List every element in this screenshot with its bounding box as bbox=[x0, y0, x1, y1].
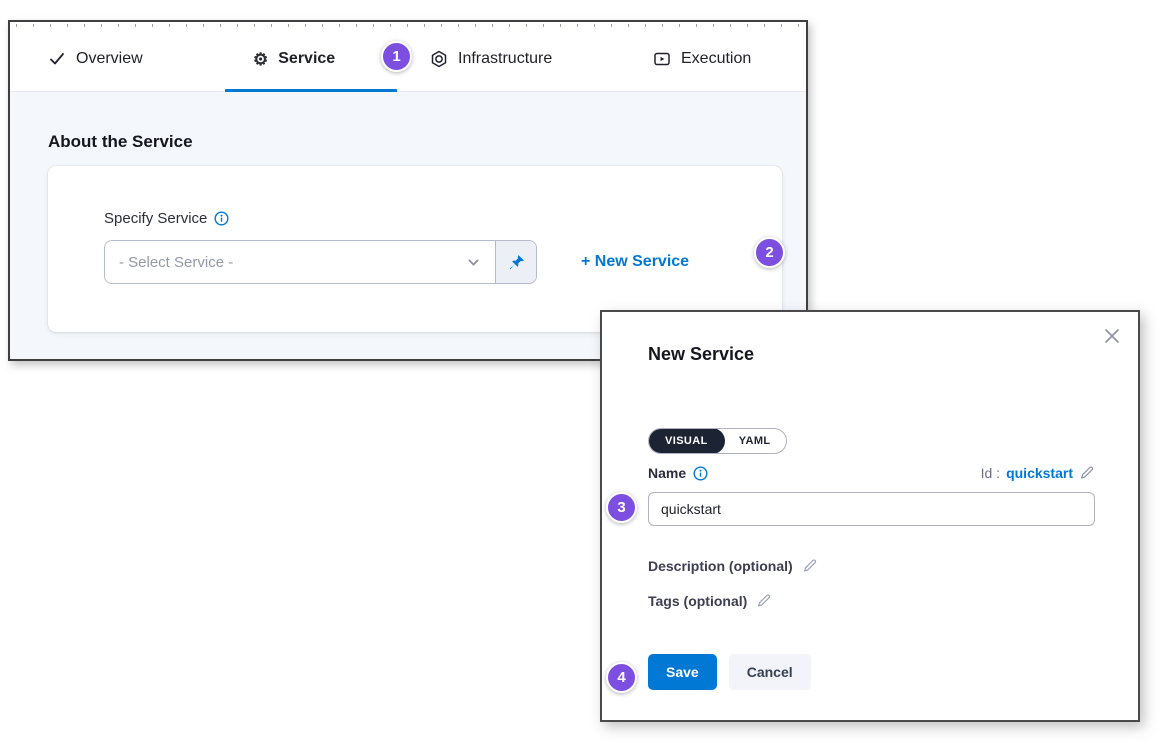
service-id-group: Id : quickstart bbox=[981, 465, 1095, 481]
tags-row: Tags (optional) bbox=[648, 593, 772, 609]
specify-service-label: Specify Service bbox=[104, 210, 229, 227]
info-icon[interactable] bbox=[693, 466, 708, 481]
service-name-input[interactable] bbox=[648, 492, 1095, 526]
new-service-modal: New Service VISUAL YAML Name Id : quicks… bbox=[600, 310, 1140, 722]
new-service-link[interactable]: + New Service bbox=[581, 253, 689, 271]
gear-icon: ⚙ bbox=[253, 51, 268, 68]
pin-icon bbox=[508, 254, 525, 271]
toggle-yaml[interactable]: YAML bbox=[724, 428, 786, 454]
service-select-placeholder: - Select Service - bbox=[119, 254, 233, 271]
tab-service-label: Service bbox=[278, 50, 335, 68]
specify-service-card: Specify Service - Select Service - bbox=[48, 166, 782, 332]
name-row: Name Id : quickstart bbox=[648, 465, 1095, 481]
step-badge-2: 2 bbox=[754, 237, 785, 268]
tab-service[interactable]: ⚙ Service bbox=[253, 27, 335, 91]
tab-infrastructure-label: Infrastructure bbox=[458, 50, 552, 68]
select-service-row: - Select Service - + New Service bbox=[104, 240, 689, 284]
name-label-text: Name bbox=[648, 465, 686, 481]
info-icon[interactable] bbox=[214, 211, 229, 226]
toggle-visual[interactable]: VISUAL bbox=[648, 428, 725, 454]
hexagon-icon bbox=[430, 50, 448, 68]
tab-infrastructure[interactable]: Infrastructure bbox=[430, 27, 552, 91]
step-badge-1: 1 bbox=[381, 41, 412, 72]
visual-yaml-toggle: VISUAL YAML bbox=[648, 428, 787, 454]
tab-overview[interactable]: Overview bbox=[48, 27, 143, 91]
section-heading: About the Service bbox=[48, 132, 193, 152]
description-row: Description (optional) bbox=[648, 558, 818, 574]
check-icon bbox=[48, 50, 66, 68]
edit-tags-icon[interactable] bbox=[756, 593, 772, 609]
edit-description-icon[interactable] bbox=[802, 558, 818, 574]
name-label: Name bbox=[648, 465, 708, 481]
step-badge-3: 3 bbox=[606, 492, 637, 523]
id-prefix: Id : bbox=[981, 465, 1000, 481]
close-icon bbox=[1102, 326, 1122, 346]
modal-button-row: Save Cancel bbox=[648, 654, 811, 690]
id-value[interactable]: quickstart bbox=[1006, 465, 1073, 481]
service-select-dropdown[interactable]: - Select Service - bbox=[104, 240, 537, 284]
modal-title: New Service bbox=[648, 344, 754, 365]
tab-execution[interactable]: Execution bbox=[653, 27, 751, 91]
chevron-down-icon bbox=[466, 255, 481, 270]
tab-execution-label: Execution bbox=[681, 50, 751, 68]
edit-id-icon[interactable] bbox=[1079, 465, 1095, 481]
tags-label: Tags (optional) bbox=[648, 593, 747, 609]
execution-icon bbox=[653, 50, 671, 68]
tab-overview-label: Overview bbox=[76, 50, 143, 68]
save-button[interactable]: Save bbox=[648, 654, 717, 690]
description-label: Description (optional) bbox=[648, 558, 793, 574]
cancel-button[interactable]: Cancel bbox=[729, 654, 811, 690]
step-badge-4: 4 bbox=[606, 662, 637, 693]
close-button[interactable] bbox=[1100, 324, 1124, 348]
specify-service-label-text: Specify Service bbox=[104, 210, 207, 227]
pin-service-button[interactable] bbox=[495, 241, 536, 283]
